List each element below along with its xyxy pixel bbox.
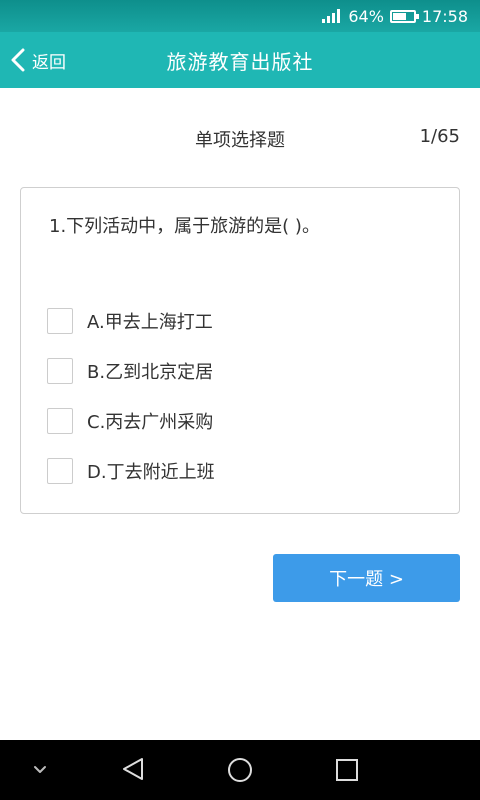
status-bar: 64% 17:58 bbox=[0, 0, 480, 32]
option-c-checkbox[interactable] bbox=[47, 408, 73, 434]
option-c-label: C.丙去广州采购 bbox=[87, 412, 214, 433]
option-b-label: B.乙到北京定居 bbox=[87, 362, 214, 383]
question-text: 1.下列活动中，属于旅游的是( )。 bbox=[49, 216, 320, 237]
signal-icon bbox=[322, 9, 341, 23]
battery-level-fill bbox=[392, 12, 406, 20]
question-type-label: 单项选择题 bbox=[195, 130, 285, 151]
system-nav-bar bbox=[0, 740, 480, 800]
app-bar: 返回 旅游教育出版社 bbox=[0, 32, 480, 88]
recents-square-icon[interactable] bbox=[334, 757, 360, 783]
battery-icon bbox=[389, 9, 419, 23]
back-triangle-icon[interactable] bbox=[120, 756, 146, 782]
option-c[interactable]: C.丙去广州采购 bbox=[47, 396, 215, 446]
clock: 17:58 bbox=[421, 6, 468, 26]
question-card: 1.下列活动中，属于旅游的是( )。 A.甲去上海打工 B.乙到北京定居 C.丙… bbox=[20, 187, 460, 514]
page-title: 旅游教育出版社 bbox=[166, 50, 314, 74]
status-indicators: 64% 17:58 bbox=[322, 6, 468, 26]
option-d-checkbox[interactable] bbox=[47, 458, 73, 484]
battery-percent: 64% bbox=[348, 6, 384, 26]
option-d-label: D.丁去附近上班 bbox=[87, 462, 215, 483]
option-b[interactable]: B.乙到北京定居 bbox=[47, 346, 215, 396]
option-d[interactable]: D.丁去附近上班 bbox=[47, 446, 215, 496]
next-question-button[interactable]: 下一题 > bbox=[273, 554, 460, 602]
question-progress: 1/65 bbox=[419, 126, 460, 147]
home-circle-icon[interactable] bbox=[226, 756, 254, 784]
option-a[interactable]: A.甲去上海打工 bbox=[47, 296, 215, 346]
question-header: 单项选择题 1/65 bbox=[0, 120, 480, 156]
answer-options: A.甲去上海打工 B.乙到北京定居 C.丙去广州采购 D.丁去附近上班 bbox=[47, 296, 215, 496]
option-a-label: A.甲去上海打工 bbox=[87, 312, 213, 333]
option-a-checkbox[interactable] bbox=[47, 308, 73, 334]
chevron-down-icon[interactable] bbox=[32, 764, 48, 776]
option-b-checkbox[interactable] bbox=[47, 358, 73, 384]
